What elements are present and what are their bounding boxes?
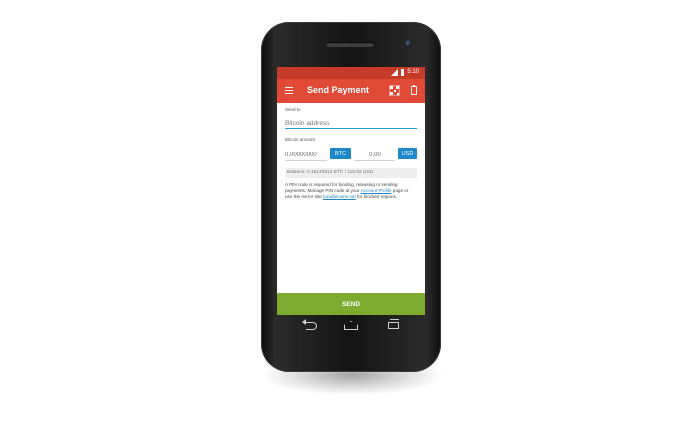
signal-icon [391,69,399,76]
mirror-site-link[interactable]: localbitcoins.net [323,194,356,199]
status-time: 5:10 [407,69,419,75]
account-profile-link[interactable]: Account Profile [361,188,392,193]
btc-amount-input[interactable] [285,150,327,161]
info-text-part-3: for blocked regions. [355,194,398,200]
battery-icon [401,69,405,76]
home-icon[interactable] [344,321,358,330]
usd-amount-input[interactable] [355,150,395,161]
pin-info-text: A PIN code is required for funding, rele… [285,182,417,201]
app-bar: Send Payment [277,79,425,103]
back-icon[interactable] [302,319,317,330]
recent-apps-icon[interactable] [388,319,399,329]
phone-screen: 5:10 Send Payment Send to Bitcoin amount… [277,67,425,315]
clipboard-icon[interactable] [411,85,417,95]
send-button[interactable]: SEND [277,293,425,315]
qr-code-icon[interactable] [389,85,400,96]
bitcoin-amount-label: Bitcoin amount [285,137,315,142]
phone-speaker [326,42,374,47]
status-bar: 5:10 [277,67,425,79]
status-icons: 5:10 [391,69,419,76]
page-title: Send Payment [307,85,370,95]
android-nav-bar [277,315,425,337]
balance-display: Balance: 0.16140513 BTC / 119.02 USD [285,168,417,178]
hamburger-menu-icon[interactable] [285,87,293,94]
send-to-label: Send to [285,107,301,112]
bitcoin-address-input[interactable] [285,118,417,129]
btc-currency-button[interactable]: BTC [330,148,351,159]
usd-currency-button[interactable]: USD [398,148,417,159]
front-camera-icon [405,40,412,47]
